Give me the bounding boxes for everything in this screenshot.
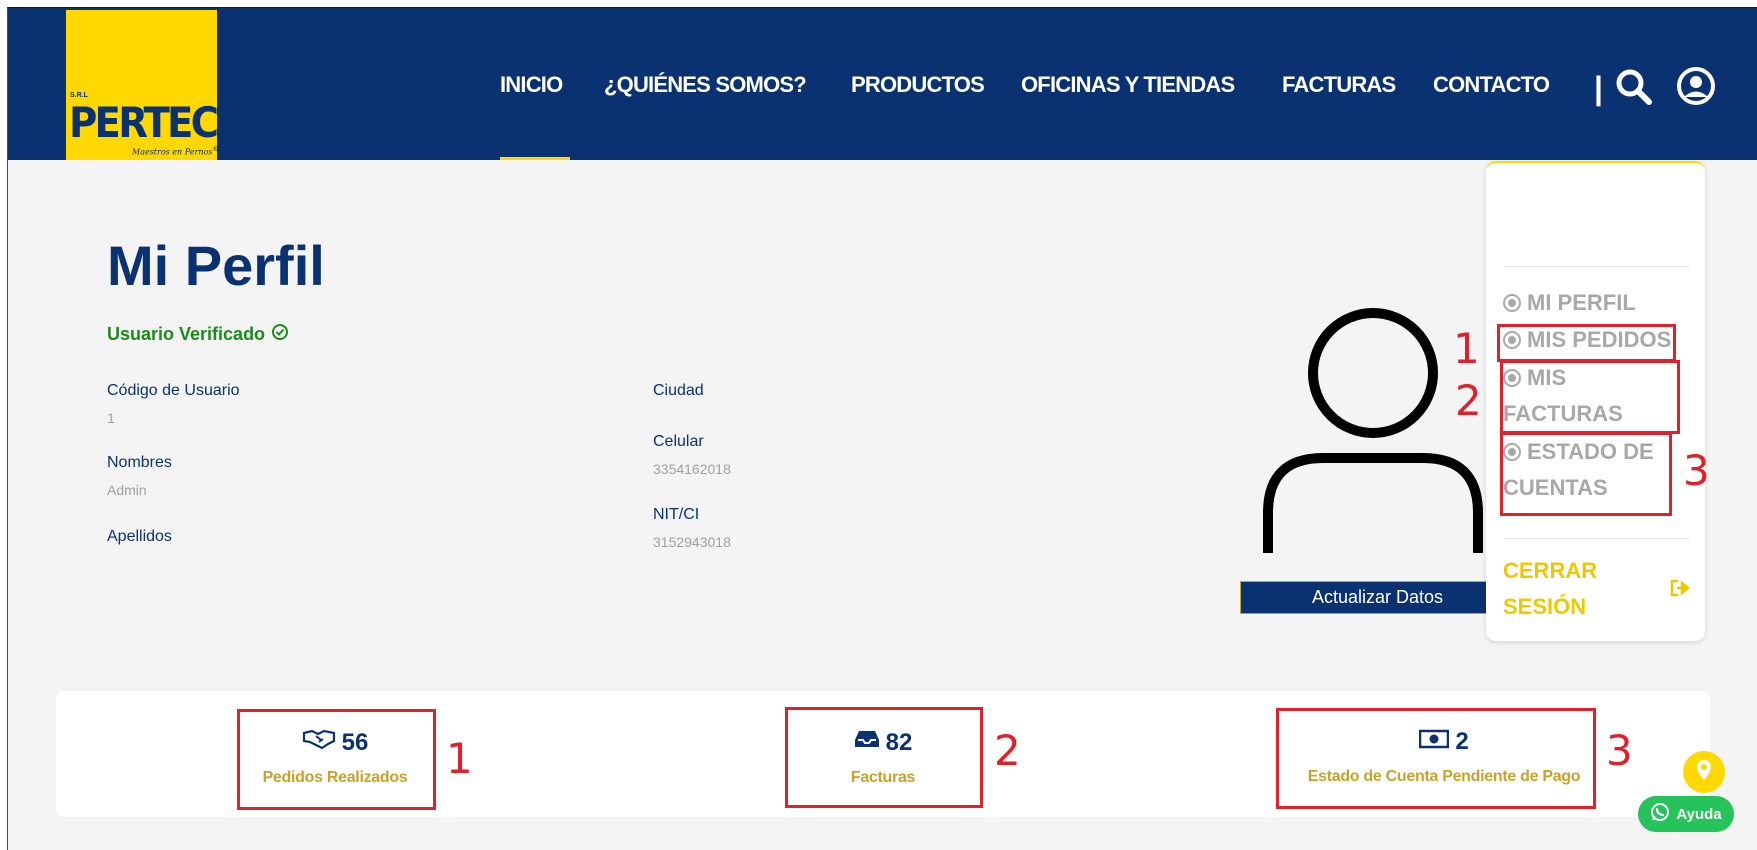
nit-label: NIT/CI [653,506,700,523]
annotation-number-1: 1 [1453,324,1480,373]
annotation-box-2 [1500,360,1680,434]
nombres-value: Admin [107,482,147,498]
nav-facturas[interactable]: FACTURAS [1282,72,1396,98]
pertec-logo[interactable]: S.R.L PERTEC Maestros en Pernos® [66,10,219,160]
menu-divider [1504,538,1690,539]
location-button[interactable] [1683,751,1725,793]
search-icon[interactable] [1615,68,1653,111]
check-circle-icon [271,323,289,346]
nav-quienes-somos[interactable]: ¿QUIÉNES SOMOS? [604,72,807,98]
map-marker-icon [1696,759,1712,786]
codigo-label: Código de Usuario [107,382,240,399]
annotation-box-1 [1497,324,1676,362]
sign-out-icon [1669,573,1693,609]
verified-status: Usuario Verificado [107,323,289,346]
help-whatsapp-button[interactable]: Ayuda [1638,796,1734,832]
radio-icon [1503,294,1521,312]
nav-inicio[interactable]: INICIO [500,72,563,98]
menu-item-mi-perfil[interactable]: MI PERFIL [1503,285,1636,321]
page-title: Mi Perfil [107,234,325,297]
codigo-value: 1 [107,410,115,426]
logo-name: PERTEC [69,98,219,147]
annotation-number-2: 2 [994,726,1021,775]
nombres-label: Nombres [107,454,172,471]
nav-contacto[interactable]: CONTACTO [1433,72,1550,98]
menu-divider [1504,266,1690,267]
annotation-number-2: 2 [1455,376,1482,425]
logout-button[interactable]: CERRAR SESIÓN [1503,553,1693,625]
logo-tagline: Maestros en Pernos® [132,146,219,157]
help-label: Ayuda [1676,805,1722,823]
ciudad-label: Ciudad [653,382,704,399]
annotation-box-3 [1276,708,1596,809]
update-data-button[interactable]: Actualizar Datos [1240,581,1515,614]
nav-productos[interactable]: PRODUCTOS [851,72,985,98]
nav-active-indicator [500,157,570,160]
user-circle-icon[interactable] [1676,66,1716,111]
annotation-number-3: 3 [1606,726,1633,775]
annotation-box-3 [1500,432,1672,516]
site-header: S.R.L PERTEC Maestros en Pernos® INICIO … [8,8,1757,160]
whatsapp-icon [1650,802,1670,826]
annotation-box-1 [237,709,436,810]
nav-separator: | [1594,70,1603,106]
page-frame: S.R.L PERTEC Maestros en Pernos® INICIO … [7,7,1757,850]
annotation-number-1: 1 [446,734,473,783]
nav-oficinas-tiendas[interactable]: OFICINAS Y TIENDAS [1021,72,1235,98]
verified-label: Usuario Verificado [107,324,266,344]
annotation-number-3: 3 [1683,446,1710,495]
annotation-box-2 [785,707,983,808]
celular-label: Celular [653,433,704,450]
apellidos-label: Apellidos [107,528,172,545]
nit-value: 3152943018 [653,534,731,550]
celular-value: 3354162018 [653,461,731,477]
